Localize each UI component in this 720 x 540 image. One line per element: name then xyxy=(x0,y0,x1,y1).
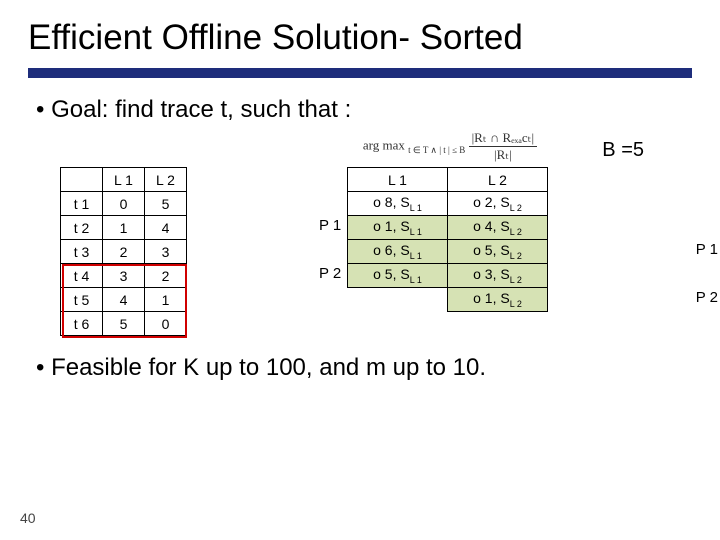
p2-left-label: P 2 xyxy=(319,265,341,282)
trace-row: t 650 xyxy=(61,312,187,336)
result-row: o 8, SL 1o 2, SL 2 xyxy=(348,192,548,216)
formula-numerator: |Rₜ ∩ Rₑₓₐcₜ| xyxy=(469,130,538,147)
result-cell-l1: o 6, SL 1 xyxy=(348,240,448,264)
result-cell-l2: o 3, SL 2 xyxy=(448,264,548,288)
formula-subscript: t ∈ T ∧ | t | ≤ B xyxy=(408,145,465,155)
argmax-text: arg max xyxy=(363,137,405,152)
result-cell-l1: o 5, SL 1 xyxy=(348,264,448,288)
result-header-l2: L 2 xyxy=(448,168,548,192)
trace-header-l2: L 2 xyxy=(145,168,187,192)
trace-t: t 2 xyxy=(61,216,103,240)
content-row: L 1 L 2 t 105 t 214 t 323 t 432 t 541 t … xyxy=(0,163,720,336)
trace-t: t 4 xyxy=(61,264,103,288)
trace-t: t 5 xyxy=(61,288,103,312)
result-cell-l1: o 1, SL 1 xyxy=(348,216,448,240)
trace-t: t 1 xyxy=(61,192,103,216)
slide-title: Efficient Offline Solution- Sorted xyxy=(0,0,720,68)
formula-denominator: |Rₜ| xyxy=(469,147,538,163)
result-cell-l2: o 2, SL 2 xyxy=(448,192,548,216)
trace-l2: 5 xyxy=(145,192,187,216)
trace-l1: 2 xyxy=(103,240,145,264)
trace-row: t 432 xyxy=(61,264,187,288)
trace-row: t 323 xyxy=(61,240,187,264)
trace-l1: 4 xyxy=(103,288,145,312)
p2-right-label: P 2 xyxy=(696,289,718,306)
trace-l1: 0 xyxy=(103,192,145,216)
result-cell-l1 xyxy=(348,288,448,312)
trace-l2: 1 xyxy=(145,288,187,312)
trace-row: t 214 xyxy=(61,216,187,240)
result-cell-l1: o 8, SL 1 xyxy=(348,192,448,216)
result-cell-l2: o 5, SL 2 xyxy=(448,240,548,264)
trace-header-l1: L 1 xyxy=(103,168,145,192)
goal-bullet: Goal: find trace t, such that : xyxy=(0,96,720,124)
trace-t: t 6 xyxy=(61,312,103,336)
b-label: B =5 xyxy=(602,139,644,162)
result-row: o 1, SL 2 xyxy=(348,288,548,312)
trace-row: t 541 xyxy=(61,288,187,312)
trace-header-row: L 1 L 2 xyxy=(61,168,187,192)
trace-header-blank xyxy=(61,168,103,192)
trace-l2: 0 xyxy=(145,312,187,336)
formula-fraction: |Rₜ ∩ Rₑₓₐcₜ| |Rₜ| xyxy=(469,130,538,163)
trace-row: t 105 xyxy=(61,192,187,216)
p1-left-label: P 1 xyxy=(319,217,341,234)
slide-number: 40 xyxy=(20,510,36,526)
result-cell-l2: o 1, SL 2 xyxy=(448,288,548,312)
trace-table: L 1 L 2 t 105 t 214 t 323 t 432 t 541 t … xyxy=(60,167,187,336)
trace-t: t 3 xyxy=(61,240,103,264)
result-header-l1: L 1 xyxy=(348,168,448,192)
p1-right-label: P 1 xyxy=(696,241,718,258)
title-underline xyxy=(28,68,692,78)
feasible-bullet: Feasible for K up to 100, and m up to 10… xyxy=(0,336,720,382)
trace-l1: 3 xyxy=(103,264,145,288)
result-row: o 5, SL 1o 3, SL 2 xyxy=(348,264,548,288)
result-row: o 6, SL 1o 5, SL 2 xyxy=(348,240,548,264)
trace-l2: 3 xyxy=(145,240,187,264)
trace-l2: 4 xyxy=(145,216,187,240)
result-row: o 1, SL 1o 4, SL 2 xyxy=(348,216,548,240)
result-cell-l2: o 4, SL 2 xyxy=(448,216,548,240)
trace-l1: 5 xyxy=(103,312,145,336)
result-table: L 1 L 2 o 8, SL 1o 2, SL 2o 1, SL 1o 4, … xyxy=(347,167,548,312)
right-area: B =5 P 1 P 2 P 1 P 2 L 1 L 2 o 8, SL 1o … xyxy=(347,167,692,336)
trace-l1: 1 xyxy=(103,216,145,240)
result-header-row: L 1 L 2 xyxy=(348,168,548,192)
trace-l2: 2 xyxy=(145,264,187,288)
